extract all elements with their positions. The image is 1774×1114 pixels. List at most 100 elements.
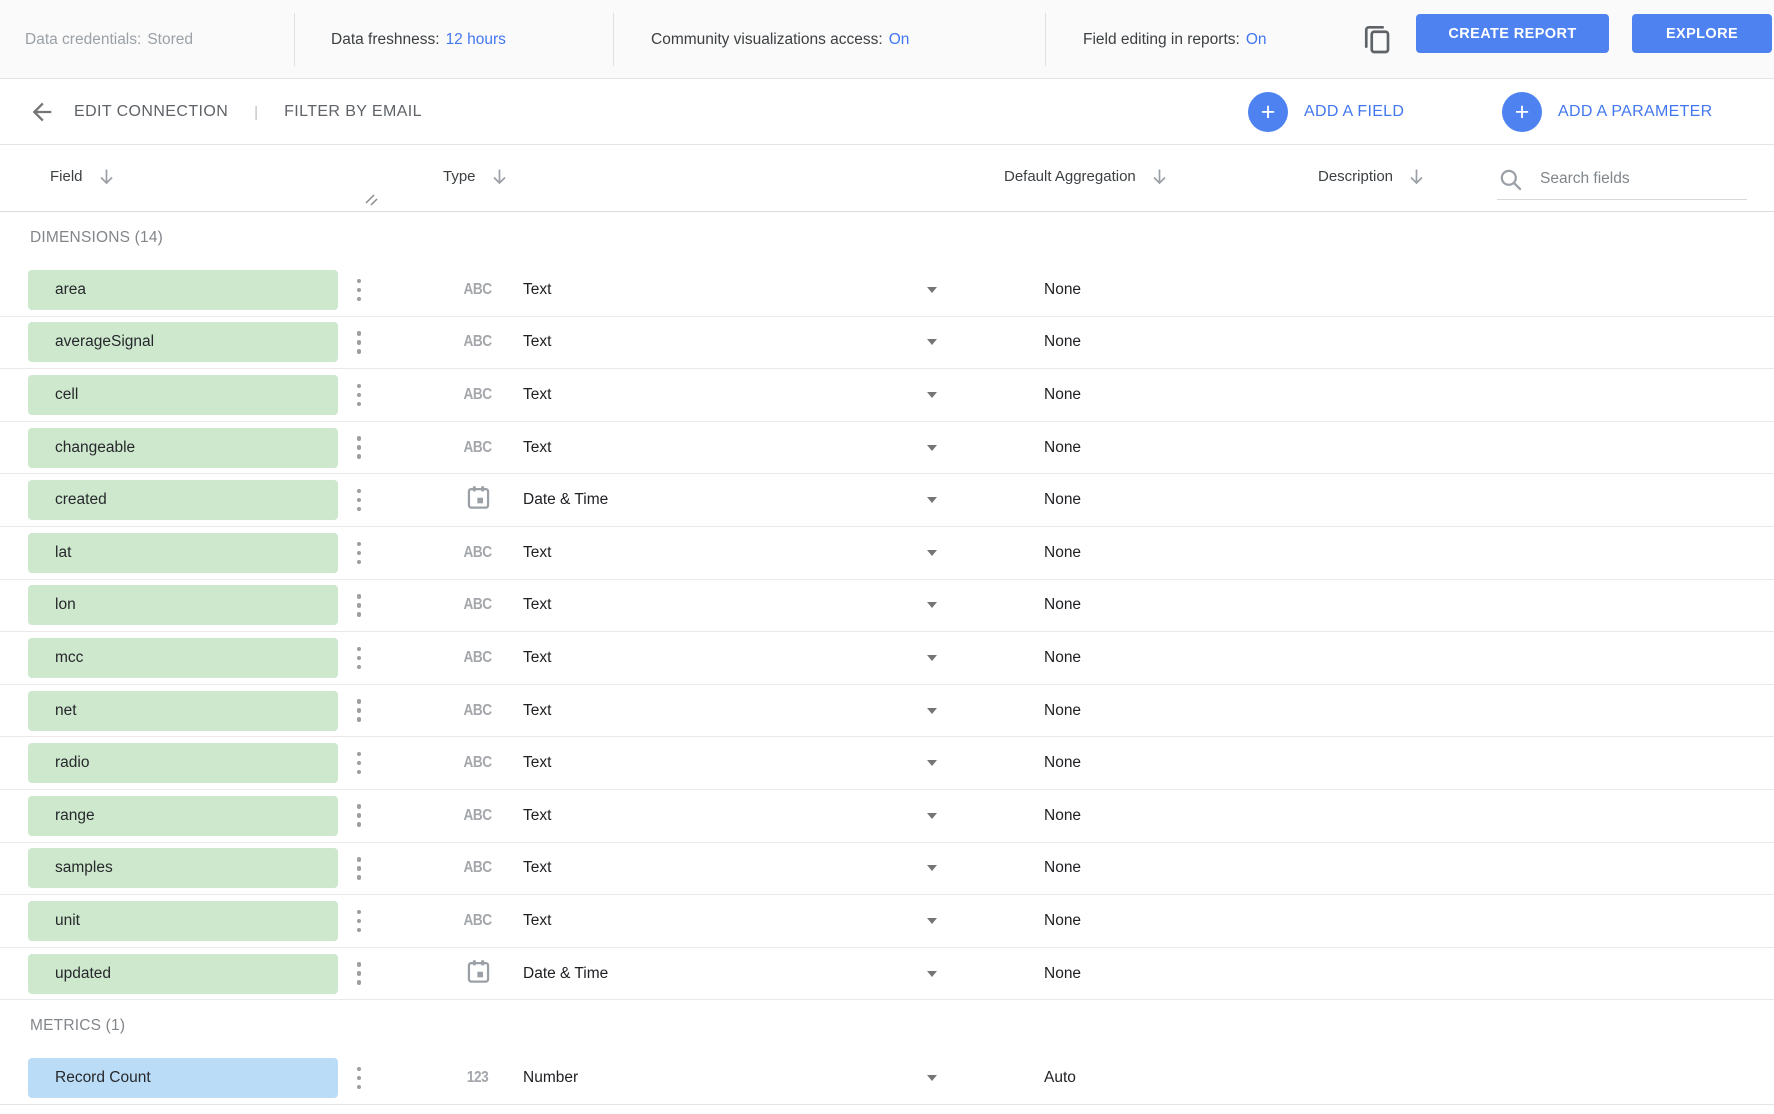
aggregation-value[interactable]: None [1044,807,1244,825]
data-freshness-value[interactable]: 12 hours [446,31,506,49]
more-options-icon[interactable] [338,331,380,354]
description-cell[interactable] [1244,422,1774,474]
search-fields-box[interactable] [1497,159,1747,200]
more-options-icon[interactable] [338,804,380,827]
field-column-header[interactable]: Field [50,167,116,186]
type-select[interactable]: Text [523,859,903,877]
aggregation-value[interactable]: None [1044,702,1244,720]
field-chip[interactable]: updated [28,954,338,994]
more-options-icon[interactable] [338,384,380,407]
aggregation-value[interactable]: None [1044,859,1244,877]
type-dropdown[interactable] [903,813,960,819]
description-column-header[interactable]: Description [1318,167,1426,186]
type-select[interactable]: Date & Time [523,491,903,509]
description-cell[interactable] [1244,369,1774,421]
type-select[interactable]: Text [523,754,903,772]
edit-connection-button[interactable]: EDIT CONNECTION [74,103,228,121]
field-chip[interactable]: cell [28,375,338,415]
type-dropdown[interactable] [903,497,960,503]
type-dropdown[interactable] [903,708,960,714]
more-options-icon[interactable] [338,647,380,670]
type-dropdown[interactable] [903,339,960,345]
more-options-icon[interactable] [338,542,380,565]
type-select[interactable]: Text [523,544,903,562]
aggregation-value[interactable]: None [1044,754,1244,772]
type-select[interactable]: Number [523,1069,903,1087]
type-dropdown[interactable] [903,602,960,608]
more-options-icon[interactable] [338,962,380,985]
description-cell[interactable] [1244,527,1774,579]
field-chip[interactable]: net [28,691,338,731]
type-select[interactable]: Text [523,281,903,299]
field-chip[interactable]: radio [28,743,338,783]
add-a-parameter-button[interactable]: + ADD A PARAMETER [1502,79,1712,145]
sort-down-icon[interactable] [1150,167,1169,186]
sort-down-icon[interactable] [490,167,509,186]
aggregation-value[interactable]: None [1044,386,1244,404]
description-cell[interactable] [1244,264,1774,316]
more-options-icon[interactable] [338,436,380,459]
field-chip[interactable]: averageSignal [28,322,338,362]
aggregation-value[interactable]: None [1044,649,1244,667]
description-cell[interactable] [1244,1052,1774,1104]
sort-down-icon[interactable] [1407,167,1426,186]
column-resize-grip[interactable] [364,193,378,211]
aggregation-column-header[interactable]: Default Aggregation [1004,167,1169,186]
type-dropdown[interactable] [903,392,960,398]
field-chip[interactable]: range [28,796,338,836]
type-select[interactable]: Text [523,386,903,404]
more-options-icon[interactable] [338,594,380,617]
more-options-icon[interactable] [338,857,380,880]
more-options-icon[interactable] [338,489,380,512]
aggregation-value[interactable]: None [1044,439,1244,457]
field-chip[interactable]: area [28,270,338,310]
more-options-icon[interactable] [338,699,380,722]
type-dropdown[interactable] [903,918,960,924]
more-options-icon[interactable] [338,910,380,933]
type-dropdown[interactable] [903,971,960,977]
description-cell[interactable] [1244,737,1774,789]
type-select[interactable]: Text [523,807,903,825]
type-column-header[interactable]: Type [443,167,509,186]
description-cell[interactable] [1244,790,1774,842]
description-cell[interactable] [1244,317,1774,369]
type-select[interactable]: Text [523,702,903,720]
aggregation-value[interactable]: None [1044,491,1244,509]
field-chip[interactable]: mcc [28,638,338,678]
community-viz-value[interactable]: On [889,31,910,49]
community-viz-status[interactable]: Community visualizations access: On [651,0,909,79]
filter-by-email-button[interactable]: FILTER BY EMAIL [284,103,422,121]
type-select[interactable]: Text [523,333,903,351]
add-a-field-button[interactable]: + ADD A FIELD [1248,79,1404,145]
description-cell[interactable] [1244,948,1774,1000]
type-dropdown[interactable] [903,655,960,661]
more-options-icon[interactable] [338,752,380,775]
explore-button[interactable]: EXPLORE [1632,14,1772,53]
more-options-icon[interactable] [338,279,380,302]
type-select[interactable]: Text [523,596,903,614]
type-dropdown[interactable] [903,550,960,556]
description-cell[interactable] [1244,685,1774,737]
type-dropdown[interactable] [903,287,960,293]
aggregation-value[interactable]: None [1044,281,1244,299]
aggregation-value[interactable]: None [1044,596,1244,614]
field-chip[interactable]: Record Count [28,1058,338,1098]
data-credentials-status[interactable]: Data credentials: Stored [25,0,193,79]
data-freshness-status[interactable]: Data freshness: 12 hours [331,0,506,79]
aggregation-value[interactable]: None [1044,965,1244,983]
aggregation-value[interactable]: Auto [1044,1069,1244,1087]
description-cell[interactable] [1244,843,1774,895]
type-dropdown[interactable] [903,865,960,871]
type-dropdown[interactable] [903,1075,960,1081]
aggregation-value[interactable]: None [1044,544,1244,562]
field-chip[interactable]: samples [28,848,338,888]
description-cell[interactable] [1244,895,1774,947]
create-report-button[interactable]: CREATE REPORT [1416,14,1609,53]
description-cell[interactable] [1244,632,1774,684]
copy-icon[interactable] [1357,20,1399,60]
type-dropdown[interactable] [903,445,960,451]
type-select[interactable]: Text [523,649,903,667]
search-fields-input[interactable] [1538,169,1732,189]
field-editing-value[interactable]: On [1246,31,1267,49]
field-editing-status[interactable]: Field editing in reports: On [1083,0,1267,79]
